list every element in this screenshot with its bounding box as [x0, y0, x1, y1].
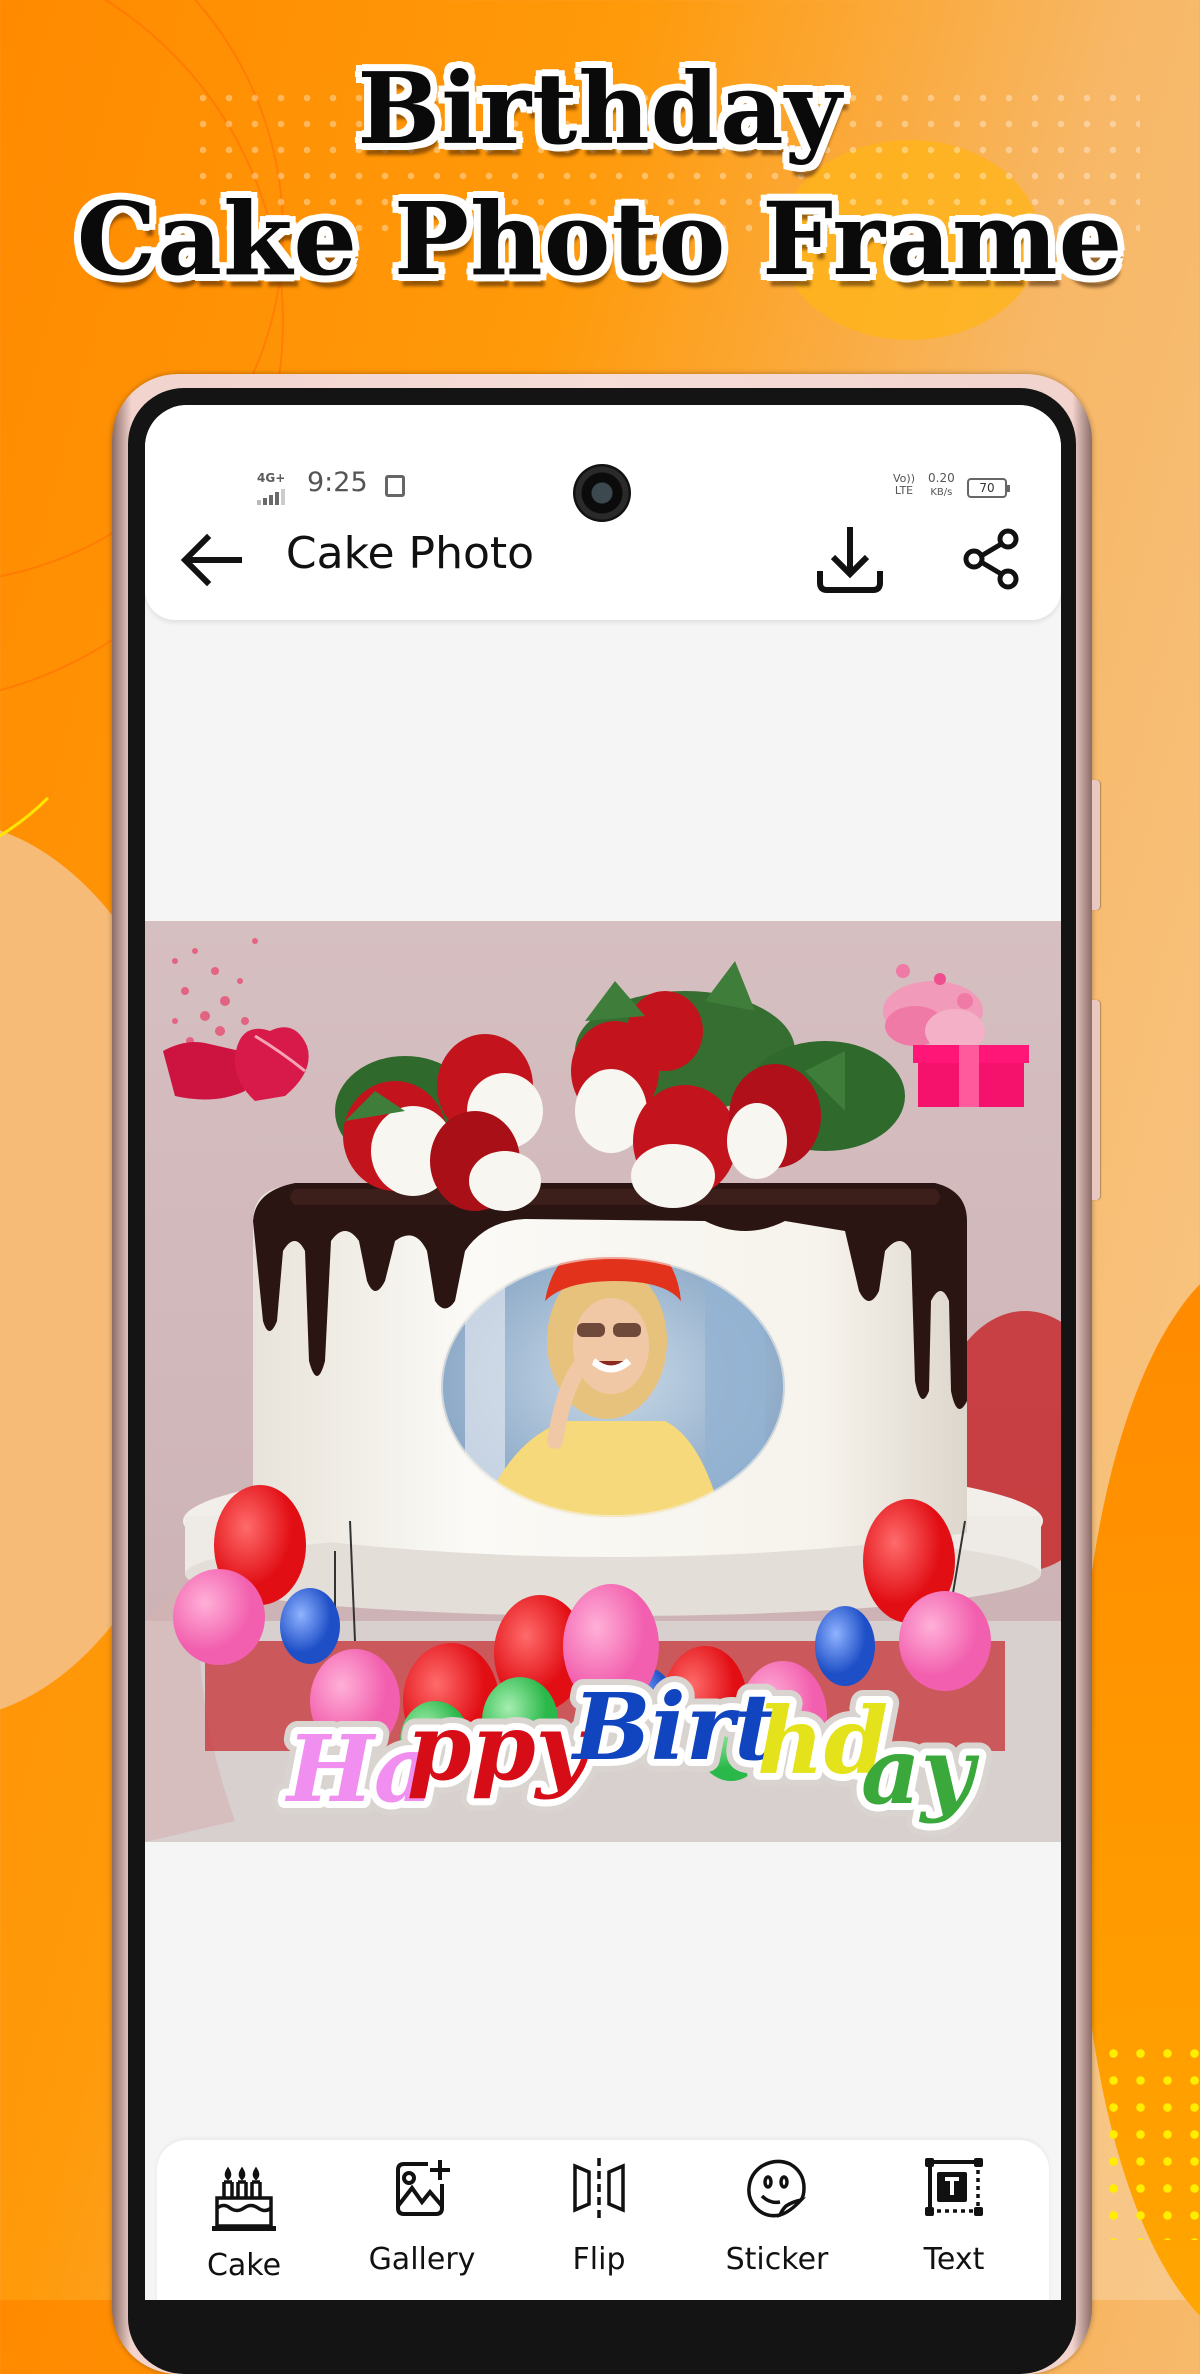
- download-icon: [817, 527, 883, 593]
- tool-gallery[interactable]: Gallery: [352, 2140, 492, 2300]
- battery-level: 70: [979, 481, 995, 495]
- battery-icon: 70: [967, 478, 1010, 498]
- tool-sticker[interactable]: Sticker: [707, 2140, 847, 2300]
- share-icon: [963, 528, 1019, 590]
- chocolate-drip: [290, 1189, 940, 1205]
- tool-label: Sticker: [725, 2242, 829, 2277]
- tool-label: Cake: [206, 2248, 282, 2283]
- arrow-left-icon: [180, 533, 242, 587]
- calendar-notification-icon: [385, 475, 405, 497]
- cake-icon: [212, 2166, 276, 2231]
- volte-indicator: Vo)) LTE: [893, 472, 915, 497]
- phone-side-button: [1092, 1000, 1100, 1200]
- phone-side-button: [1092, 780, 1100, 910]
- heart-box-sticker[interactable]: [163, 938, 309, 1101]
- tool-cake[interactable]: Cake: [174, 2140, 314, 2300]
- speed-value: 0.20: [928, 471, 955, 485]
- tool-label: Text: [923, 2242, 985, 2277]
- status-time: 9:25: [307, 467, 368, 498]
- download-button[interactable]: [815, 523, 885, 595]
- bottom-toolbar: Cake Gallery Flip Sticker Text: [157, 2140, 1049, 2300]
- tool-text[interactable]: Text: [884, 2140, 1024, 2300]
- flip-icon: [573, 2158, 625, 2218]
- signal-icon: [257, 489, 285, 505]
- strawberries: [335, 961, 905, 1211]
- back-button[interactable]: [179, 530, 243, 590]
- status-bar: 4G+ 9:25 Vo)) LTE 0.20 KB/s 70: [145, 437, 1061, 522]
- photo-canvas[interactable]: HappyBirthday HappyBirthday HappyBirthda…: [145, 921, 1061, 1842]
- page-title: Cake Photo: [285, 528, 535, 579]
- app-screen: 4G+ 9:25 Vo)) LTE 0.20 KB/s 70 Cake Photo: [145, 405, 1061, 2300]
- cake-frame-artwork: HappyBirthday HappyBirthday HappyBirthda…: [145, 938, 1061, 1842]
- tool-label: Gallery: [368, 2242, 476, 2277]
- promo-headline-line2: Cake Photo Frame: [76, 180, 1124, 298]
- app-bar: 4G+ 9:25 Vo)) LTE 0.20 KB/s 70 Cake Photo: [145, 405, 1061, 620]
- sticker-icon: [747, 2159, 807, 2218]
- speed-unit: KB/s: [930, 487, 953, 498]
- share-button[interactable]: [960, 527, 1024, 591]
- gift-box-sticker[interactable]: [883, 964, 1029, 1107]
- network-speed: 0.20 KB/s: [928, 472, 955, 499]
- promo-headline-line1: Birthday: [357, 52, 843, 167]
- tool-label: Flip: [572, 2242, 626, 2277]
- text-box-icon: [925, 2158, 983, 2216]
- tool-flip[interactable]: Flip: [529, 2140, 669, 2300]
- front-camera: [573, 464, 631, 522]
- gallery-add-icon: [396, 2160, 450, 2216]
- network-type: 4G+: [257, 471, 286, 485]
- background-dots: [1100, 2040, 1200, 2240]
